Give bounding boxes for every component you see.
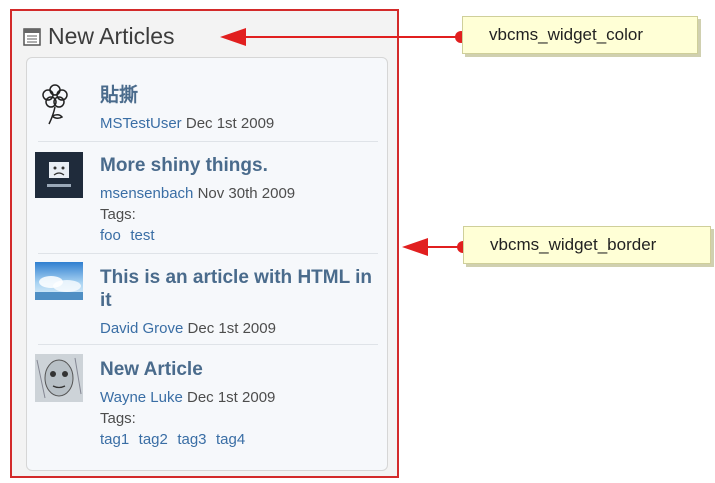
calendar-icon xyxy=(22,26,42,46)
tag-link[interactable]: tag1 xyxy=(100,431,129,448)
article-title-link[interactable]: New Article xyxy=(100,358,378,381)
flower-icon[interactable] xyxy=(35,80,83,125)
arrow-head-border xyxy=(402,238,428,256)
author-link[interactable]: Wayne Luke xyxy=(100,389,183,406)
tags-label: Tags: xyxy=(100,410,136,427)
tag-list: tag1 tag2 tag3 tag4 xyxy=(100,429,378,450)
callout-border-label: vbcms_widget_border xyxy=(490,235,657,254)
arrow-head-color xyxy=(220,28,246,46)
widget-title: New Articles xyxy=(48,22,175,49)
face-portrait-image[interactable] xyxy=(35,354,83,402)
divider xyxy=(38,253,378,254)
tag-list: foo test xyxy=(100,225,378,246)
article-date: Dec 1st 2009 xyxy=(187,320,276,337)
divider xyxy=(38,344,378,345)
callout-widget-color: vbcms_widget_color xyxy=(462,16,698,54)
article-date: Dec 1st 2009 xyxy=(185,115,275,132)
callout-color-label: vbcms_widget_color xyxy=(489,25,644,44)
article-meta: David Grove Dec 1st 2009 xyxy=(100,318,380,339)
tag-link[interactable]: tag3 xyxy=(177,431,206,448)
article-item: 貼撕 MSTestUser Dec 1st 2009 xyxy=(30,80,378,140)
article-item: This is an article with HTML in it David… xyxy=(30,262,378,342)
article-date: Dec 1st 2009 xyxy=(187,389,276,406)
widget-header: New Articles xyxy=(22,18,175,54)
article-date: Nov 30th 2009 xyxy=(197,185,296,202)
callout-widget-border: vbcms_widget_border xyxy=(463,226,711,264)
sad-computer-icon[interactable] xyxy=(35,152,83,198)
divider xyxy=(38,141,378,142)
author-link[interactable]: MSTestUser xyxy=(100,115,182,132)
tag-link[interactable]: tag2 xyxy=(139,431,168,448)
tags-label: Tags: xyxy=(100,206,136,223)
article-item: More shiny things. msensenbach Nov 30th … xyxy=(30,150,378,250)
article-title-link[interactable]: 貼撕 xyxy=(100,84,378,107)
article-title-link[interactable]: This is an article with HTML in it xyxy=(100,266,380,312)
tag-link[interactable]: foo xyxy=(100,227,121,244)
sky-landscape-image[interactable] xyxy=(35,262,83,302)
arrow-line-color xyxy=(244,36,460,38)
article-item: New Article Wayne Luke Dec 1st 2009 Tags… xyxy=(30,354,378,454)
author-link[interactable]: msensenbach xyxy=(100,185,193,202)
article-meta: MSTestUser Dec 1st 2009 xyxy=(100,113,378,134)
article-meta: msensenbach Nov 30th 2009 xyxy=(100,183,378,204)
article-title-link[interactable]: More shiny things. xyxy=(100,154,378,177)
tag-link[interactable]: tag4 xyxy=(216,431,245,448)
article-meta: Wayne Luke Dec 1st 2009 xyxy=(100,387,378,408)
author-link[interactable]: David Grove xyxy=(100,320,183,337)
tag-link[interactable]: test xyxy=(130,227,154,244)
